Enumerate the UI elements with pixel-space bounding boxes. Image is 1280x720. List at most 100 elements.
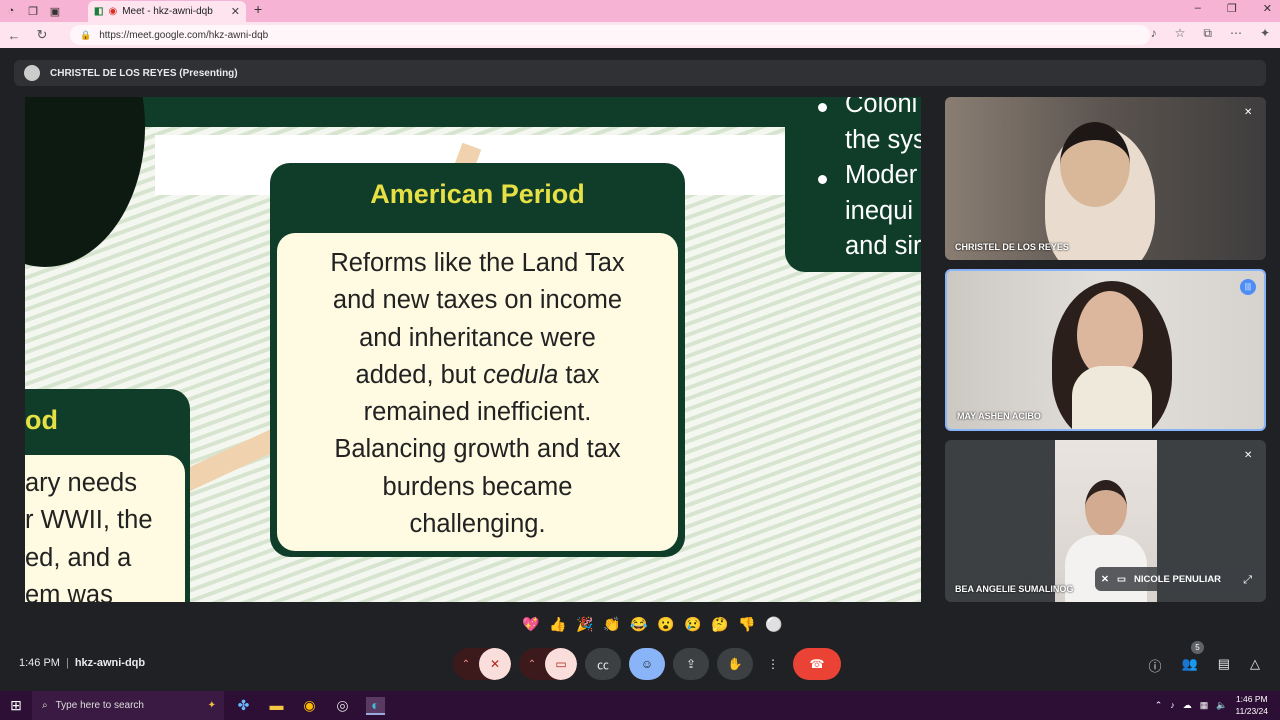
favorite-star-icon[interactable]: ☆ xyxy=(1175,26,1186,41)
mic-permission-icon[interactable]: ♪ xyxy=(1151,26,1157,41)
close-window-icon[interactable]: ✕ xyxy=(1263,2,1272,15)
participant-tile[interactable]: ✕ BEA ANGELIE SUMALINOG ✕ ▭ NICOLE PENUL… xyxy=(945,440,1266,602)
mic-off-icon[interactable]: ✕ xyxy=(479,648,511,680)
mic-tray-icon[interactable]: ♪ xyxy=(1170,700,1175,710)
reaction-sad-icon[interactable]: 😢 xyxy=(684,616,701,633)
sub-participant-name: NICOLE PENULIAR xyxy=(1133,573,1222,585)
more-options-button[interactable]: ⋮ xyxy=(761,648,785,680)
network-icon[interactable]: ▦ xyxy=(1200,700,1209,711)
copilot-icon[interactable]: ✦ xyxy=(1260,26,1270,41)
reactions-button[interactable]: ☺ xyxy=(629,648,665,680)
pinned-participant-chip[interactable]: ✕ ▭ NICOLE PENULIAR xyxy=(1095,567,1253,591)
reaction-thumbs-down-icon[interactable]: 👎 xyxy=(738,616,755,633)
cloud-icon[interactable]: ☁ xyxy=(1183,700,1192,711)
tab-meet[interactable]: ◧ ◉ Meet - hkz-awni-dqb ✕ xyxy=(88,1,246,22)
meeting-code: hkz-awni-dqb xyxy=(74,657,146,669)
present-button[interactable]: ⇪ xyxy=(673,648,709,680)
back-icon[interactable]: ← xyxy=(0,28,28,43)
address-bar-actions: ♪ ☆ ⧉ ⋯ ✦ xyxy=(1151,26,1270,41)
minimize-icon[interactable]: – xyxy=(1195,2,1201,15)
participant-face xyxy=(1085,480,1127,536)
raise-hand-button[interactable]: ✋ xyxy=(717,648,753,680)
file-explorer-icon[interactable]: ▬ xyxy=(267,697,286,715)
maximize-icon[interactable]: ❐ xyxy=(1227,2,1237,15)
workspaces-icon[interactable]: ❐ xyxy=(22,0,44,22)
center-line: and inheritance were xyxy=(359,323,596,352)
meeting-info: 1:46 PM | hkz-awni-dqb xyxy=(19,657,145,669)
participant-name: BEA ANGELIE SUMALINOG xyxy=(955,584,1074,594)
reaction-bar: 💖 👍 🎉 👏 😂 😮 😢 🤔 👎 ⚪ xyxy=(522,613,782,635)
obs-icon[interactable]: ◎ xyxy=(333,697,352,715)
reaction-surprised-icon[interactable]: 😮 xyxy=(657,616,674,633)
activities-icon[interactable]: △ xyxy=(1250,656,1260,675)
tray-chevron-icon[interactable]: ⌃ xyxy=(1155,700,1163,711)
expand-icon[interactable]: ⤢ xyxy=(1243,574,1252,587)
slide-right-card: Coloni the sys Moder inequi and sir xyxy=(785,97,921,272)
right-line: the sys xyxy=(845,125,921,154)
speaking-indicator-icon: ||| xyxy=(1240,279,1256,295)
center-line-part: tax xyxy=(558,360,600,389)
video-options-chevron-icon[interactable]: ⌃ xyxy=(519,659,545,670)
skin-tone-icon[interactable]: ⚪ xyxy=(765,616,782,633)
windows-start-icon[interactable]: ⊞ xyxy=(0,697,32,714)
right-line: inequi xyxy=(845,196,914,225)
left-card-body: ary needs r WWII, the ed, and a em was xyxy=(25,455,185,602)
muted-mic-icon: ✕ xyxy=(1244,107,1253,118)
center-line: Reforms like the Land Tax xyxy=(330,249,625,277)
new-tab-button[interactable]: + xyxy=(254,1,262,17)
reaction-thinking-icon[interactable]: 🤔 xyxy=(711,616,728,633)
presenter-avatar xyxy=(24,65,40,81)
tab-actions-icon[interactable]: ▣ xyxy=(44,0,66,22)
people-icon[interactable]: 👥 xyxy=(1182,656,1198,675)
reaction-laugh-icon[interactable]: 😂 xyxy=(630,616,647,633)
meet-control-bar: 1:46 PM | hkz-awni-dqb ⌃ ✕ ⌃ ▭ ㏄ ☺ ⇪ ✋ ⋮ ☎… xyxy=(0,641,1280,684)
reaction-clap-icon[interactable]: 👏 xyxy=(603,616,620,633)
camera-control: ⌃ ▭ xyxy=(519,648,577,680)
chrome-icon[interactable]: ◉ xyxy=(300,697,319,715)
left-line: r WWII, the xyxy=(25,506,153,535)
left-card-heading: od xyxy=(25,405,58,435)
meeting-time: 1:46 PM xyxy=(19,657,60,669)
taskbar-search[interactable]: ⌕ Type here to search ✦ xyxy=(32,691,224,720)
center-line: burdens became xyxy=(382,472,573,501)
chat-icon[interactable]: ▤ xyxy=(1218,656,1230,675)
audio-options-chevron-icon[interactable]: ⌃ xyxy=(453,659,479,670)
system-tray: ⌃ ♪ ☁ ▦ 🔈 1:46 PM 11/23/24 xyxy=(1155,693,1268,717)
taskbar-apps: ✤ ▬ ◉ ◎ ◐ xyxy=(234,696,385,715)
camera-off-icon[interactable]: ▭ xyxy=(545,648,577,680)
meet-favicon-icon: ◧ xyxy=(94,6,104,17)
right-line: Moder xyxy=(845,161,918,189)
reaction-heart-icon[interactable]: 💖 xyxy=(522,616,539,633)
profile-icon[interactable]: ◔ xyxy=(0,0,22,22)
leave-call-button[interactable]: ☎ xyxy=(793,648,841,680)
url-field[interactable]: 🔒 https://meet.google.com/hkz-awni-dqb xyxy=(70,25,1150,45)
lock-icon[interactable]: 🔒 xyxy=(80,30,91,41)
system-clock[interactable]: 1:46 PM 11/23/24 xyxy=(1236,693,1268,717)
url-text: https://meet.google.com/hkz-awni-dqb xyxy=(99,29,269,41)
volume-icon[interactable]: 🔈 xyxy=(1216,700,1227,711)
muted-mic-icon: ✕ xyxy=(1244,450,1253,461)
captions-button[interactable]: ㏄ xyxy=(585,648,621,680)
people-count-badge: 5 xyxy=(1191,641,1204,654)
close-tab-icon[interactable]: ✕ xyxy=(231,5,240,18)
mic-control: ⌃ ✕ xyxy=(453,648,511,680)
reaction-thumbs-up-icon[interactable]: 👍 xyxy=(549,616,566,633)
collections-icon[interactable]: ⧉ xyxy=(1203,26,1212,41)
participant-shirt xyxy=(1072,366,1152,429)
meeting-details-icon[interactable]: ⓘ xyxy=(1149,656,1162,675)
slide-center-card: American Period Reforms like the Land Ta… xyxy=(270,163,685,557)
participant-tile-active[interactable]: ||| MAY ASHEN ACIBO xyxy=(945,269,1266,431)
left-line: em was xyxy=(25,580,113,602)
reaction-party-icon[interactable]: 🎉 xyxy=(576,616,593,633)
center-card-body: Reforms like the Land Tax and new taxes … xyxy=(277,233,678,551)
copilot-app-icon[interactable]: ✤ xyxy=(234,697,253,715)
meet-side-controls: ⓘ 👥 ▤ △ xyxy=(1149,656,1261,675)
presenter-bar: CHRISTEL DE LOS REYES (Presenting) xyxy=(14,60,1266,86)
participant-tile[interactable]: ✕ CHRISTEL DE LOS REYES xyxy=(945,97,1266,260)
edge-icon[interactable]: ◐ xyxy=(366,696,385,715)
presenter-label: CHRISTEL DE LOS REYES (Presenting) xyxy=(50,67,238,79)
refresh-icon[interactable]: ↻ xyxy=(28,27,56,43)
bullet-icon xyxy=(818,175,827,184)
left-line: ary needs xyxy=(25,469,137,497)
more-options-icon[interactable]: ⋯ xyxy=(1230,26,1242,41)
